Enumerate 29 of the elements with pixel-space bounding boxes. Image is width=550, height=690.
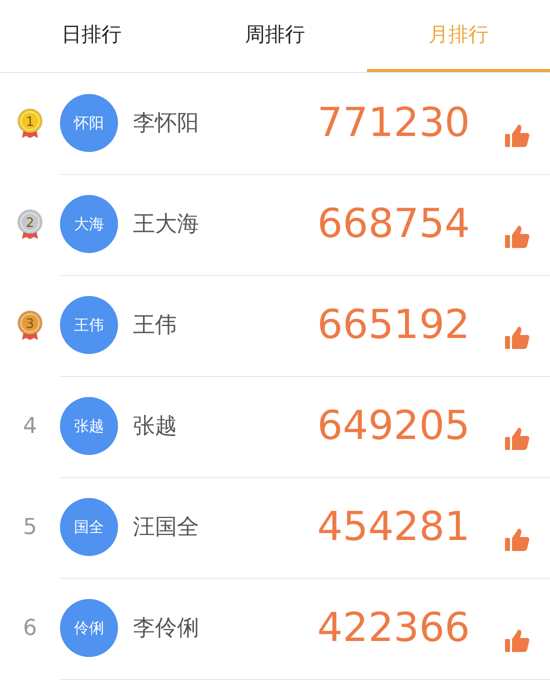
score: 454281: [316, 504, 470, 550]
thumbs-up-icon[interactable]: [504, 124, 530, 148]
score: 422366: [316, 605, 470, 651]
thumbs-up-icon[interactable]: [504, 628, 530, 652]
user-name: 李怀阳: [133, 110, 200, 138]
rank-number: 6: [23, 616, 37, 641]
user-name: 李伶俐: [133, 615, 200, 643]
score: 771230: [316, 100, 470, 146]
score: 665192: [316, 302, 470, 348]
avatar: 怀阳: [60, 94, 118, 152]
thumbs-up-icon[interactable]: [504, 528, 530, 552]
avatar: 国全: [60, 498, 118, 556]
avatar: 大海: [60, 195, 118, 253]
user-name: 王大海: [133, 211, 200, 239]
ranking-tab[interactable]: 日排行: [0, 0, 184, 72]
user-name: 王伟: [133, 312, 178, 340]
avatar: 张越: [60, 397, 118, 455]
score: 649205: [316, 403, 470, 449]
avatar: 伶俐: [60, 599, 118, 657]
thumbs-up-icon[interactable]: [504, 224, 530, 248]
ranking-tab[interactable]: 周排行: [183, 0, 367, 72]
user-name: 汪国全: [133, 514, 200, 542]
score: 668754: [316, 201, 470, 247]
thumbs-up-icon[interactable]: [504, 326, 530, 350]
rank-number: 4: [23, 414, 37, 439]
avatar: 王伟: [60, 296, 118, 354]
thumbs-up-icon[interactable]: [504, 426, 530, 450]
rank-number: 5: [23, 515, 37, 540]
user-name: 张越: [133, 413, 178, 441]
